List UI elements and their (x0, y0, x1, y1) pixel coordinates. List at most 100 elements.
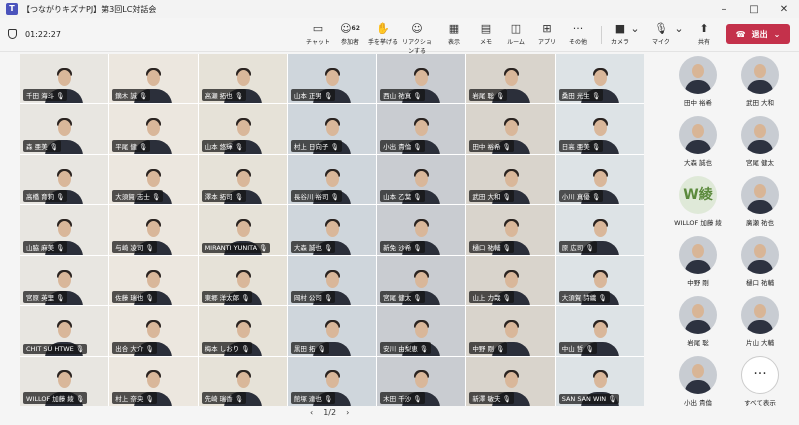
video-tile[interactable]: 大須賀 志士 🎙 (109, 154, 198, 205)
sidebar-participant[interactable]: 廣瀬 祐也 (730, 176, 790, 227)
participants-button[interactable]: ☺62 参加者 (333, 21, 367, 46)
participant-face (504, 271, 518, 288)
video-tile[interactable]: 新澤 敏夫 🎙 (466, 356, 555, 406)
video-tile[interactable]: 澤本 拓司 🎙 (198, 154, 287, 205)
video-tile[interactable]: 村上 日向子 🎙 (287, 104, 377, 154)
participant-face (504, 170, 518, 187)
tile-name-label: 安川 由梨恵 🎙 (380, 341, 432, 354)
video-tile[interactable]: 木田 千沙 🎙 (377, 356, 466, 406)
video-tile[interactable]: 佐藤 瑞也 🎙 (109, 255, 198, 306)
sidebar-participant[interactable]: 中野 剛 (668, 236, 728, 287)
video-tile[interactable]: 平尾 健 🎙 (109, 104, 198, 154)
video-tile[interactable]: CHIT SU HTWE 🎙 (20, 306, 109, 356)
video-tile[interactable]: 山本 乙葉 🎙 (377, 154, 466, 205)
video-tile[interactable]: 中野 剛 🎙 (466, 306, 555, 356)
view-button[interactable]: ▦ 表示 (437, 21, 471, 46)
participant-face (415, 120, 429, 137)
prev-page-icon[interactable]: ‹ (310, 408, 313, 417)
camera-options-button[interactable]: ⌄ (628, 21, 642, 37)
tile-name-label: 原 広司 🎙 (558, 240, 597, 253)
video-tile[interactable]: 山脇 麻美 🎙 (20, 205, 109, 255)
show-all-button[interactable]: ··· すべて表示 (730, 356, 790, 407)
participant-face (236, 271, 250, 288)
video-tile[interactable]: 大森 誠也 🎙 (287, 205, 377, 255)
participant-face (236, 372, 250, 389)
maximize-icon[interactable]: □ (739, 4, 769, 15)
chevron-down-icon: ⌄ (674, 22, 684, 35)
video-tile[interactable]: 出合 大介 🎙 (109, 306, 198, 356)
video-tile[interactable]: 山本 悠輝 🎙 (198, 104, 287, 154)
avatar-face (754, 304, 766, 318)
sidebar-participant[interactable]: 岩尾 聡 (668, 296, 728, 347)
raise-hand-button[interactable]: ✋ 手を挙げる (366, 21, 400, 46)
video-tile[interactable]: 中山 哲 🎙 (555, 306, 644, 356)
page-indicator: 1/2 (323, 408, 337, 417)
video-tile[interactable]: 山上 力哉 🎙 (466, 255, 555, 306)
tile-name-label: 高瀬 拓也 🎙 (201, 89, 246, 102)
video-tile[interactable]: 与崎 凌司 🎙 (109, 205, 198, 255)
participant-face (415, 271, 429, 288)
rooms-button[interactable]: ◫ ルーム (499, 21, 533, 46)
avatar (741, 56, 779, 94)
video-tile[interactable]: 武田 大和 🎙 (466, 154, 555, 205)
video-tile[interactable]: 宮尾 健太 🎙 (377, 255, 466, 306)
video-tile[interactable]: 宮原 英里 🎙 (20, 255, 109, 306)
video-tile[interactable]: 鏑木 誠 🎙 (109, 54, 198, 104)
video-tile[interactable]: 岡村 公司 🎙 (287, 255, 377, 306)
participant-face (325, 120, 339, 137)
video-tile[interactable]: 千田 海斗 🎙 (20, 54, 109, 104)
sidebar-participant[interactable]: 大森 誠也 (668, 116, 728, 167)
video-tile[interactable]: 東郷 洋太郎 🎙 (198, 255, 287, 306)
sidebar-participant[interactable]: 片山 大輔 (730, 296, 790, 347)
video-tile[interactable]: 日高 亜美 🎙 (555, 104, 644, 154)
video-grid: 千田 海斗 🎙 鏑木 誠 🎙 高瀬 拓也 🎙 山本 正男 🎙 西山 祐真 🎙 岩尾 聡 🎙… (20, 54, 644, 406)
title-bar: T 【つながりキズナPJ】第3回LC対話会 – □ ✕ (0, 0, 799, 18)
video-tile[interactable]: 安川 由梨恵 🎙 (377, 306, 466, 356)
video-tile[interactable]: 山本 正男 🎙 (287, 54, 377, 104)
video-tile[interactable]: 小出 貴倫 🎙 (377, 104, 466, 154)
close-icon[interactable]: ✕ (769, 4, 799, 15)
video-tile[interactable]: 岩尾 聡 🎙 (466, 54, 555, 104)
sidebar-participant[interactable]: 宮尾 健太 (730, 116, 790, 167)
video-tile[interactable]: 新免 沙希 🎙 (377, 205, 466, 255)
sidebar-participant[interactable]: 田中 裕希 (668, 56, 728, 107)
more-button[interactable]: ··· その他 (561, 21, 595, 46)
sidebar-participant[interactable]: W綾 WILLOF 加藤 綾 (668, 176, 728, 227)
leave-button[interactable]: ☎ 退出 ⌄ (726, 24, 790, 44)
video-tile[interactable]: 長谷川 裕司 🎙 (287, 154, 377, 205)
chat-button[interactable]: ▭ チャット (301, 21, 335, 46)
sidebar-participant[interactable]: 小出 貴倫 (668, 356, 728, 407)
video-tile[interactable]: 村上 奈央 🎙 (109, 356, 198, 406)
video-tile[interactable]: MIRANTI YUNITA 🎙 (198, 205, 287, 255)
reactions-button[interactable]: ☺ リアクションする (400, 21, 434, 55)
notes-button[interactable]: ▤ メモ (469, 21, 503, 46)
mic-options-button[interactable]: ⌄ (672, 21, 686, 37)
next-page-icon[interactable]: › (346, 408, 349, 417)
video-tile[interactable]: 黒田 拓 🎙 (287, 306, 377, 356)
video-tile[interactable]: 田中 裕希 🎙 (466, 104, 555, 154)
sidebar-participant[interactable]: 樋口 祐輔 (730, 236, 790, 287)
avatar-body (747, 140, 773, 154)
video-tile[interactable]: 樋口 祐輔 🎙 (466, 205, 555, 255)
minimize-icon[interactable]: – (709, 4, 739, 15)
video-tile[interactable]: 館塚 達也 🎙 (287, 356, 377, 406)
sidebar-participant[interactable]: 武田 大和 (730, 56, 790, 107)
video-tile[interactable]: 高橋 育莉 🎙 (20, 154, 109, 205)
participant-face (415, 221, 429, 238)
tile-name-label: 森 亜美 🎙 (23, 139, 61, 152)
share-button[interactable]: ⬆ 共有 (687, 21, 721, 46)
video-tile[interactable]: 原 広司 🎙 (555, 205, 644, 255)
video-tile[interactable]: 大須賀 詩織 🎙 (555, 255, 644, 306)
video-tile[interactable]: 高瀬 拓也 🎙 (198, 54, 287, 104)
video-tile[interactable]: 先崎 瑞香 🎙 (198, 356, 287, 406)
video-tile[interactable]: 梅本 しおり 🎙 (198, 306, 287, 356)
video-tile[interactable]: WILLOF 加藤 綾 🎙 (20, 356, 109, 406)
video-tile[interactable]: SAN SAN WIN 🎙 (555, 356, 644, 406)
participant-face (325, 69, 339, 86)
apps-button[interactable]: ⊞ アプリ (530, 21, 564, 46)
video-tile[interactable]: 森 亜美 🎙 (20, 104, 109, 154)
participant-face (325, 271, 339, 288)
video-tile[interactable]: 西山 祐真 🎙 (377, 54, 466, 104)
video-tile[interactable]: 小川 真優 🎙 (555, 154, 644, 205)
video-tile[interactable]: 桑田 光生 🎙 (555, 54, 644, 104)
